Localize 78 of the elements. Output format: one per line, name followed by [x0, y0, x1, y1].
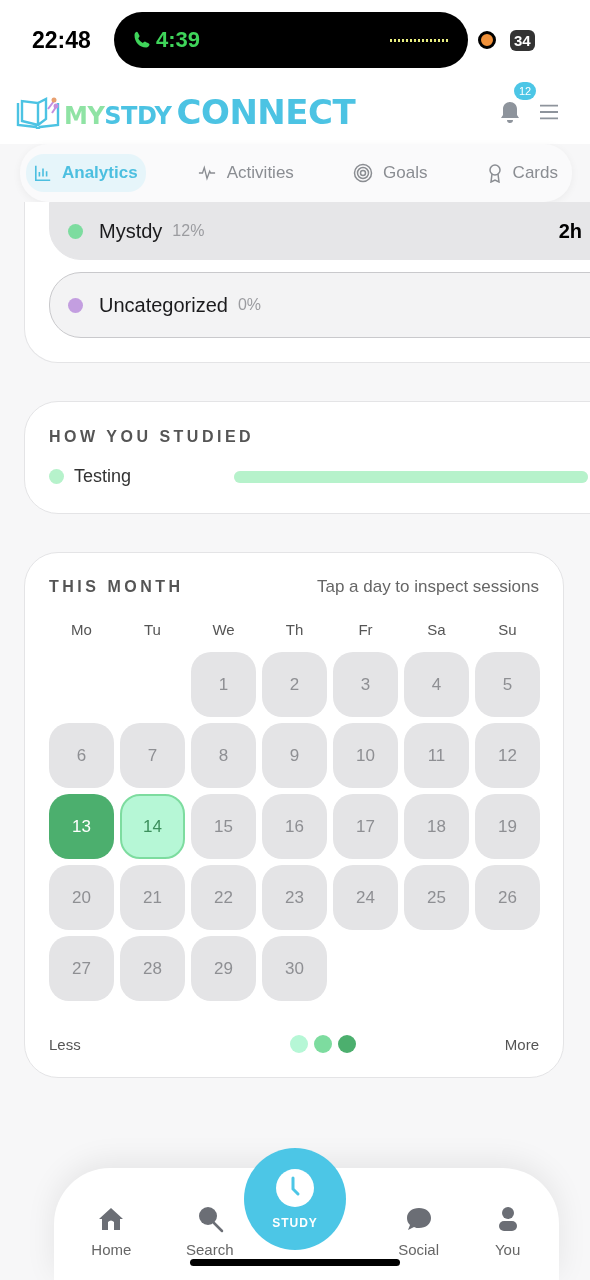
tab[interactable]: Cards — [478, 154, 566, 192]
method-name: Testing — [74, 466, 133, 487]
weekday-label: Th — [284, 621, 305, 638]
category-percent: 0% — [237, 296, 262, 314]
target-icon — [353, 163, 373, 183]
calendar-day[interactable]: 17 — [333, 794, 398, 859]
audio-wave-drawing — [390, 38, 450, 42]
calendar-day[interactable]: 5 — [475, 652, 540, 717]
nav-item[interactable]: Home — [91, 1205, 132, 1258]
award-icon — [486, 163, 503, 183]
menu-icon — [538, 103, 560, 121]
calendar-day[interactable]: 25 — [404, 865, 469, 930]
calendar-day[interactable]: 24 — [333, 865, 398, 930]
category-time: 2h — [558, 219, 582, 243]
nav-item[interactable]: You — [493, 1205, 522, 1258]
calendar-day[interactable]: 10 — [333, 723, 398, 788]
calendar-day[interactable]: 1 — [191, 652, 256, 717]
calendar-day[interactable]: 16 — [262, 794, 327, 859]
calendar-day[interactable]: 26 — [475, 865, 540, 930]
calendar-day[interactable]: 30 — [262, 936, 327, 1001]
legend-less: Less — [49, 1035, 81, 1053]
calendar-day[interactable]: 28 — [120, 936, 185, 1001]
tab[interactable]: Activities — [188, 154, 302, 192]
bar-chart-icon — [34, 164, 52, 182]
weekday-label: Mo — [70, 621, 93, 638]
calendar-day[interactable]: 6 — [49, 723, 114, 788]
section-title: THIS MONTH — [49, 578, 184, 596]
category-row[interactable]: Uncategorized 0% — [49, 272, 590, 338]
calendar-day[interactable]: 7 — [120, 723, 185, 788]
calendar-day[interactable]: 23 — [262, 865, 327, 930]
calendar-day[interactable]: 11 — [404, 723, 469, 788]
calendar-hint: Tap a day to inspect sessions — [316, 577, 539, 597]
calendar-day[interactable]: 21 — [120, 865, 185, 930]
weekday-label: Tu — [143, 621, 162, 638]
category-percent: 12% — [172, 222, 205, 240]
calendar-day[interactable]: 18 — [404, 794, 469, 859]
calendar-day[interactable]: 12 — [475, 723, 540, 788]
study-button[interactable]: STUDY — [244, 1148, 346, 1250]
weekday-label: Su — [497, 621, 518, 638]
app-logo: MYSTDY CONNECT — [64, 92, 356, 132]
weekday-label: We — [211, 621, 236, 638]
calendar-day[interactable]: 20 — [49, 865, 114, 930]
weekday-label: Fr — [357, 621, 374, 638]
calendar-day[interactable]: 15 — [191, 794, 256, 859]
tab[interactable]: Analytics — [26, 154, 146, 192]
calendar-day[interactable]: 4 — [404, 652, 469, 717]
calendar-day[interactable]: 8 — [191, 723, 256, 788]
calendar-day[interactable]: 27 — [49, 936, 114, 1001]
menu-button[interactable] — [538, 103, 560, 121]
book-logo-icon — [16, 95, 60, 129]
calendar-day[interactable]: 14 — [120, 794, 185, 859]
call-timer: 4:39 — [156, 27, 201, 53]
calendar-day[interactable]: 22 — [191, 865, 256, 930]
legend-more: More — [504, 1035, 539, 1053]
calendar-day[interactable]: 2 — [262, 652, 327, 717]
calendar-day[interactable]: 9 — [262, 723, 327, 788]
calendar-day[interactable]: 19 — [475, 794, 540, 859]
chat-icon — [404, 1205, 433, 1233]
section-title: HOW YOU STUDIED — [49, 428, 256, 446]
status-time: 22:48 — [32, 26, 92, 54]
calendar-day[interactable]: 29 — [191, 936, 256, 1001]
tab[interactable]: Goals — [345, 154, 436, 192]
category-row[interactable]: Mystdy 12% 2h — [49, 202, 590, 260]
notification-badge: 12 — [514, 82, 537, 100]
recording-indicator-icon — [478, 31, 496, 49]
category-name: Uncategorized — [99, 293, 228, 317]
pulse-icon — [196, 164, 217, 182]
phone-icon — [132, 30, 152, 50]
clock-icon — [275, 1168, 315, 1208]
weekday-label: Sa — [426, 621, 447, 638]
calendar-day[interactable]: 13 — [49, 794, 114, 859]
notifications-button[interactable] — [498, 100, 522, 124]
calendar-day[interactable]: 3 — [333, 652, 398, 717]
nav-item[interactable]: Social — [398, 1205, 439, 1258]
nav-item[interactable]: Search — [185, 1205, 234, 1258]
battery-level: 34 — [510, 29, 535, 51]
category-name: Mystdy — [99, 219, 163, 243]
bell-icon — [498, 100, 522, 124]
